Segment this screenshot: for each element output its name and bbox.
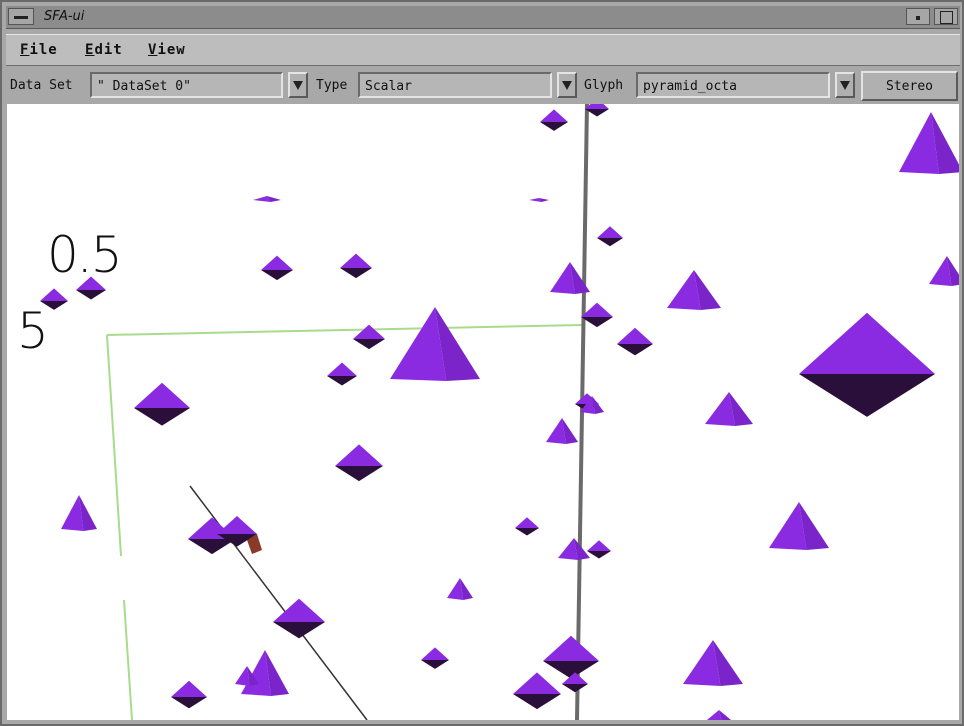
glyph-dropdown-button[interactable] <box>835 72 855 98</box>
dataset-field[interactable]: " DataSet 0" <box>90 72 283 98</box>
octahedron-glyph-shadow <box>581 317 613 328</box>
scene-canvas <box>40 104 959 720</box>
axis-tick-label: 5 <box>17 302 49 360</box>
window-title: SFA-ui <box>44 9 85 24</box>
title-bar[interactable]: SFA-ui <box>6 6 960 29</box>
octahedron-glyph-shadow <box>513 694 561 710</box>
toolbar: Data Set " DataSet 0" Type Scalar Glyph … <box>6 68 960 102</box>
octahedron-glyph-shadow <box>540 122 568 131</box>
octahedron-glyph <box>261 255 293 270</box>
menu-view[interactable]: View <box>148 42 186 58</box>
type-dropdown-button[interactable] <box>557 72 577 98</box>
window-menu-button[interactable] <box>8 8 34 25</box>
octahedron-glyph-shadow <box>134 408 190 426</box>
octahedron-glyph <box>581 302 613 317</box>
maximize-button[interactable] <box>934 8 958 25</box>
stereo-button[interactable]: Stereo <box>861 71 958 101</box>
octahedron-glyph <box>587 540 611 551</box>
octahedron-glyph <box>340 253 372 268</box>
octahedron-glyph <box>421 647 449 660</box>
type-field[interactable]: Scalar <box>358 72 552 98</box>
octahedron-glyph-shadow <box>353 339 385 350</box>
octahedron-glyph <box>515 517 539 528</box>
menu-edit-label: dit <box>94 42 123 58</box>
type-label: Type <box>316 78 348 93</box>
octahedron-glyph-shadow <box>617 344 653 356</box>
octahedron-glyph <box>335 444 383 466</box>
octahedron-glyph-shadow <box>335 466 383 482</box>
octahedron-glyph <box>353 324 385 339</box>
octahedron-glyph <box>617 327 653 344</box>
octahedron-glyph <box>597 226 623 238</box>
menu-file-label: ile <box>29 42 58 58</box>
octahedron-glyph <box>134 382 190 408</box>
octahedron-glyph <box>513 672 561 694</box>
dataset-label: Data Set <box>10 78 73 93</box>
octahedron-glyph <box>217 516 257 534</box>
octahedron-glyph-shadow <box>562 684 588 693</box>
octahedron-glyph <box>40 288 68 301</box>
axis-tick-label: 0.5 <box>47 226 123 284</box>
application-window: SFA-ui File Edit View Data Set " DataSet… <box>0 0 964 726</box>
octahedron-glyph-shadow <box>799 374 935 417</box>
minimize-button[interactable] <box>906 8 930 25</box>
octahedron-glyph-shadow <box>587 551 611 559</box>
bounding-box-edge <box>106 324 583 336</box>
octahedron-glyph-shadow <box>171 697 207 709</box>
bounding-box-edge <box>123 599 133 720</box>
octahedron-glyph <box>799 312 935 374</box>
octahedron-glyph-shadow <box>273 622 325 639</box>
menu-view-label: iew <box>157 42 186 58</box>
glyph-field[interactable]: pyramid_octa <box>636 72 830 98</box>
octahedron-glyph <box>327 362 357 376</box>
octahedron-glyph <box>171 680 207 697</box>
octahedron-glyph <box>543 635 599 661</box>
dataset-dropdown-button[interactable] <box>288 72 308 98</box>
octahedron-glyph-shadow <box>421 660 449 669</box>
octahedron-glyph <box>273 598 325 622</box>
bounding-box-edge <box>106 334 122 557</box>
3d-viewport[interactable]: 0.5 5 <box>7 104 959 720</box>
menu-file[interactable]: File <box>20 42 58 58</box>
menu-bar: File Edit View <box>6 34 960 66</box>
octahedron-glyph-shadow <box>327 376 357 386</box>
menu-edit[interactable]: Edit <box>85 42 123 58</box>
octahedron-glyph <box>540 109 568 122</box>
octahedron-glyph-shadow <box>261 270 293 281</box>
octahedron-glyph-shadow <box>76 290 106 300</box>
octahedron-glyph-shadow <box>597 238 623 247</box>
glyph-label: Glyph <box>584 78 624 93</box>
octahedron-glyph-shadow <box>340 268 372 279</box>
octahedron-glyph-shadow <box>515 528 539 536</box>
